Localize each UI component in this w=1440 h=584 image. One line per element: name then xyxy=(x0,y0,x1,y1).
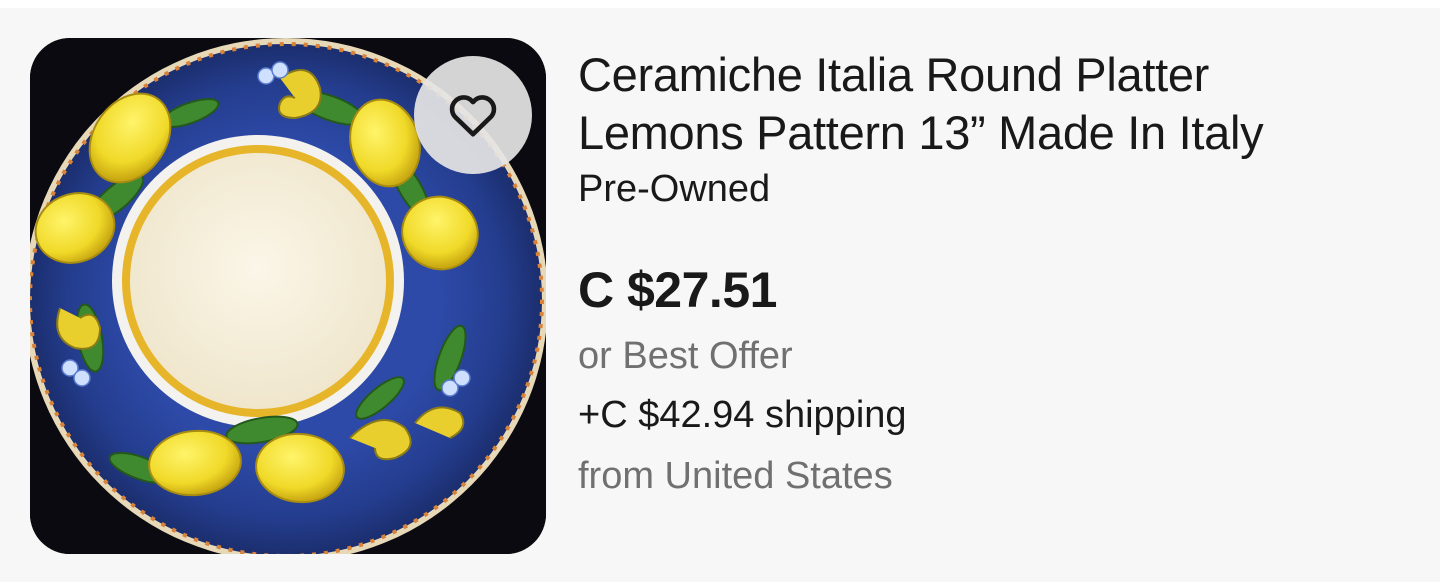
listing-card[interactable]: Ceramiche Italia Round Platter Lemons Pa… xyxy=(0,8,1440,582)
item-location: from United States xyxy=(578,455,893,497)
shipping-cost: +C $42.94 shipping xyxy=(578,394,907,436)
best-offer-label: or Best Offer xyxy=(578,335,793,377)
item-title-line1[interactable]: Ceramiche Italia Round Platter xyxy=(578,48,1209,101)
item-price: C $27.51 xyxy=(578,262,777,318)
heart-outline-icon xyxy=(449,95,497,137)
listing-info: Ceramiche Italia Round Platter Lemons Pa… xyxy=(578,46,1418,504)
item-condition: Pre-Owned xyxy=(578,168,771,210)
item-title-line2[interactable]: Lemons Pattern 13” Made In Italy xyxy=(578,106,1264,159)
item-title[interactable]: Ceramiche Italia Round Platter Lemons Pa… xyxy=(578,46,1418,162)
watch-button[interactable] xyxy=(414,56,532,174)
